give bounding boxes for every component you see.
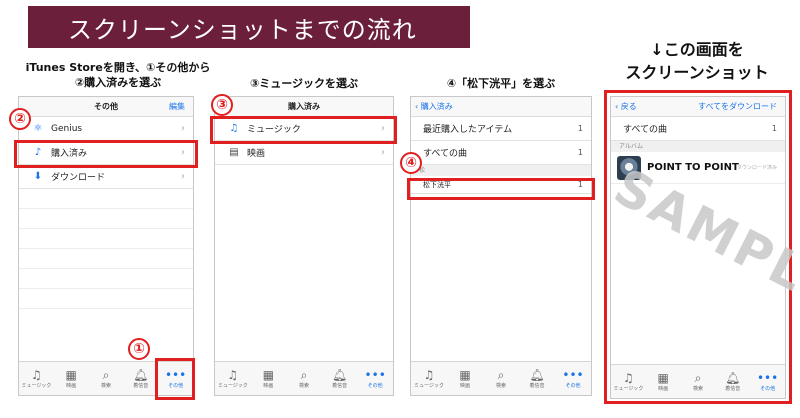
tab-label: ミュージック xyxy=(217,383,248,389)
tab-bar: ♫ ミュージック ▦ 映画 ⌕ 検索 🔔︎ 着信音 ••• その他 xyxy=(411,361,591,395)
film-icon: ▤ xyxy=(229,147,239,158)
tab-label: 映画 xyxy=(459,383,470,389)
tab-ringtones[interactable]: 🔔︎ 着信音 xyxy=(519,362,555,395)
nav-title: その他 xyxy=(94,102,118,111)
tab-label: 映画 xyxy=(66,383,77,389)
tab-label: 着信音 xyxy=(332,383,348,389)
row-label: 最近購入したアイテム xyxy=(423,125,513,135)
row-label: ダウンロード xyxy=(51,173,106,183)
back-button[interactable]: ‹ 購入済み xyxy=(415,101,453,112)
tab-movies[interactable]: ▦ 映画 xyxy=(251,362,287,395)
tab-label: その他 xyxy=(367,383,383,389)
back-label: 購入済み xyxy=(420,102,453,111)
caption-step1-line1: iTunes Storeを開き、①その他から xyxy=(25,61,211,74)
chevron-right-icon: › xyxy=(381,147,385,158)
caption-screenshot-line1: ↓この画面を xyxy=(650,40,744,59)
more-tab-icon: ••• xyxy=(562,368,584,382)
tab-label: ミュージック xyxy=(414,383,444,389)
tab-movies[interactable]: ▦ 映画 xyxy=(54,362,89,395)
music-tab-icon: ♫ xyxy=(31,368,42,382)
tab-more[interactable]: ••• その他 xyxy=(357,362,393,395)
highlight-music-row xyxy=(210,116,397,144)
highlight-purchased-row xyxy=(14,140,198,168)
caption-step1: iTunes Storeを開き、①その他から ②購入済みを選ぶ xyxy=(18,60,218,90)
tab-label: 検索 xyxy=(495,383,506,389)
phone-screen-artists: ‹ 購入済み 最近購入したアイテム 1 すべての曲 1 松 松下洸平 1 ♫ ミュ… xyxy=(410,96,592,396)
empty-row xyxy=(19,289,193,309)
navbar: ‹ 購入済み xyxy=(411,97,591,117)
row-label: Genius xyxy=(51,123,83,134)
chevron-right-icon: › xyxy=(181,123,185,134)
empty-row xyxy=(19,249,193,269)
tab-label: 映画 xyxy=(263,383,274,389)
bell-tab-icon: 🔔︎ xyxy=(133,368,149,382)
search-tab-icon: ⌕ xyxy=(497,368,505,382)
tab-music[interactable]: ♫ ミュージック xyxy=(19,362,54,395)
download-icon: ⬇ xyxy=(33,171,43,182)
tab-ringtones[interactable]: 🔔︎ 着信音 xyxy=(322,362,358,395)
tab-music[interactable]: ♫ ミュージック xyxy=(215,362,251,395)
search-tab-icon: ⌕ xyxy=(300,368,308,382)
row-all-songs[interactable]: すべての曲 1 xyxy=(411,141,591,165)
caption-step1-line2: ②購入済みを選ぶ xyxy=(74,76,162,89)
highlight-artist-row xyxy=(407,178,595,200)
bell-tab-icon: 🔔︎ xyxy=(529,368,545,382)
row-label: すべての曲 xyxy=(423,149,468,159)
tab-ringtones[interactable]: 🔔︎ 着信音 xyxy=(123,362,158,395)
highlight-more-tab xyxy=(155,358,195,400)
tab-label: ミュージック xyxy=(21,383,52,389)
row-download[interactable]: ⬇ ダウンロード › xyxy=(19,165,193,189)
tab-more[interactable]: ••• その他 xyxy=(555,362,591,395)
navbar: 購入済み xyxy=(215,97,393,117)
tab-search[interactable]: ⌕ 検索 xyxy=(89,362,124,395)
row-label: 映画 xyxy=(247,149,266,159)
search-tab-icon: ⌕ xyxy=(102,368,110,382)
navbar: その他 編集 xyxy=(19,97,193,117)
empty-row xyxy=(19,229,193,249)
empty-row xyxy=(19,209,193,229)
tab-search[interactable]: ⌕ 検索 xyxy=(483,362,519,395)
row-genius[interactable]: ⚛ Genius › xyxy=(19,117,193,141)
row-movies[interactable]: ▤ 映画 › xyxy=(215,141,393,165)
section-header: 松 xyxy=(411,165,591,176)
music-tab-icon: ♫ xyxy=(423,368,435,382)
caption-step4: ④「松下洸平」を選ぶ xyxy=(446,77,556,90)
step-marker-2: ② xyxy=(9,108,31,130)
page-title: スクリーンショットまでの流れ xyxy=(68,15,417,44)
empty-row xyxy=(19,189,193,209)
tab-bar: ♫ ミュージック ▦ 映画 ⌕ 検索 🔔︎ 着信音 ••• その他 xyxy=(215,361,393,395)
chevron-right-icon: › xyxy=(181,171,185,182)
title-banner: スクリーンショットまでの流れ xyxy=(28,6,470,48)
edit-button[interactable]: 編集 xyxy=(169,101,185,112)
tab-label: 検索 xyxy=(298,383,309,389)
tab-label: 検索 xyxy=(100,383,111,389)
tab-music[interactable]: ♫ ミュージック xyxy=(411,362,447,395)
tab-label: 着信音 xyxy=(529,383,545,389)
row-count: 1 xyxy=(577,148,583,157)
tab-search[interactable]: ⌕ 検索 xyxy=(286,362,322,395)
music-tab-icon: ♫ xyxy=(227,368,239,382)
more-tab-icon: ••• xyxy=(364,368,386,382)
step-marker-4: ④ xyxy=(400,152,422,174)
genius-icon: ⚛ xyxy=(33,123,43,134)
step-marker-3: ③ xyxy=(211,94,233,116)
tab-movies[interactable]: ▦ 映画 xyxy=(447,362,483,395)
empty-row xyxy=(19,269,193,289)
bell-tab-icon: 🔔︎ xyxy=(331,368,348,382)
row-count: 1 xyxy=(577,124,583,133)
tab-label: その他 xyxy=(565,383,581,389)
caption-step3: ③ミュージックを選ぶ xyxy=(249,77,359,90)
step-marker-1: ① xyxy=(128,338,150,360)
caption-screenshot-line2: スクリーンショット xyxy=(625,63,769,82)
movie-tab-icon: ▦ xyxy=(262,368,275,382)
row-recent[interactable]: 最近購入したアイテム 1 xyxy=(411,117,591,141)
highlight-album-screen xyxy=(604,90,792,404)
caption-screenshot: ↓この画面を スクリーンショット xyxy=(602,38,792,84)
movie-tab-icon: ▦ xyxy=(65,368,77,382)
tab-label: 着信音 xyxy=(133,383,149,389)
movie-tab-icon: ▦ xyxy=(459,368,471,382)
nav-title: 購入済み xyxy=(288,102,320,111)
